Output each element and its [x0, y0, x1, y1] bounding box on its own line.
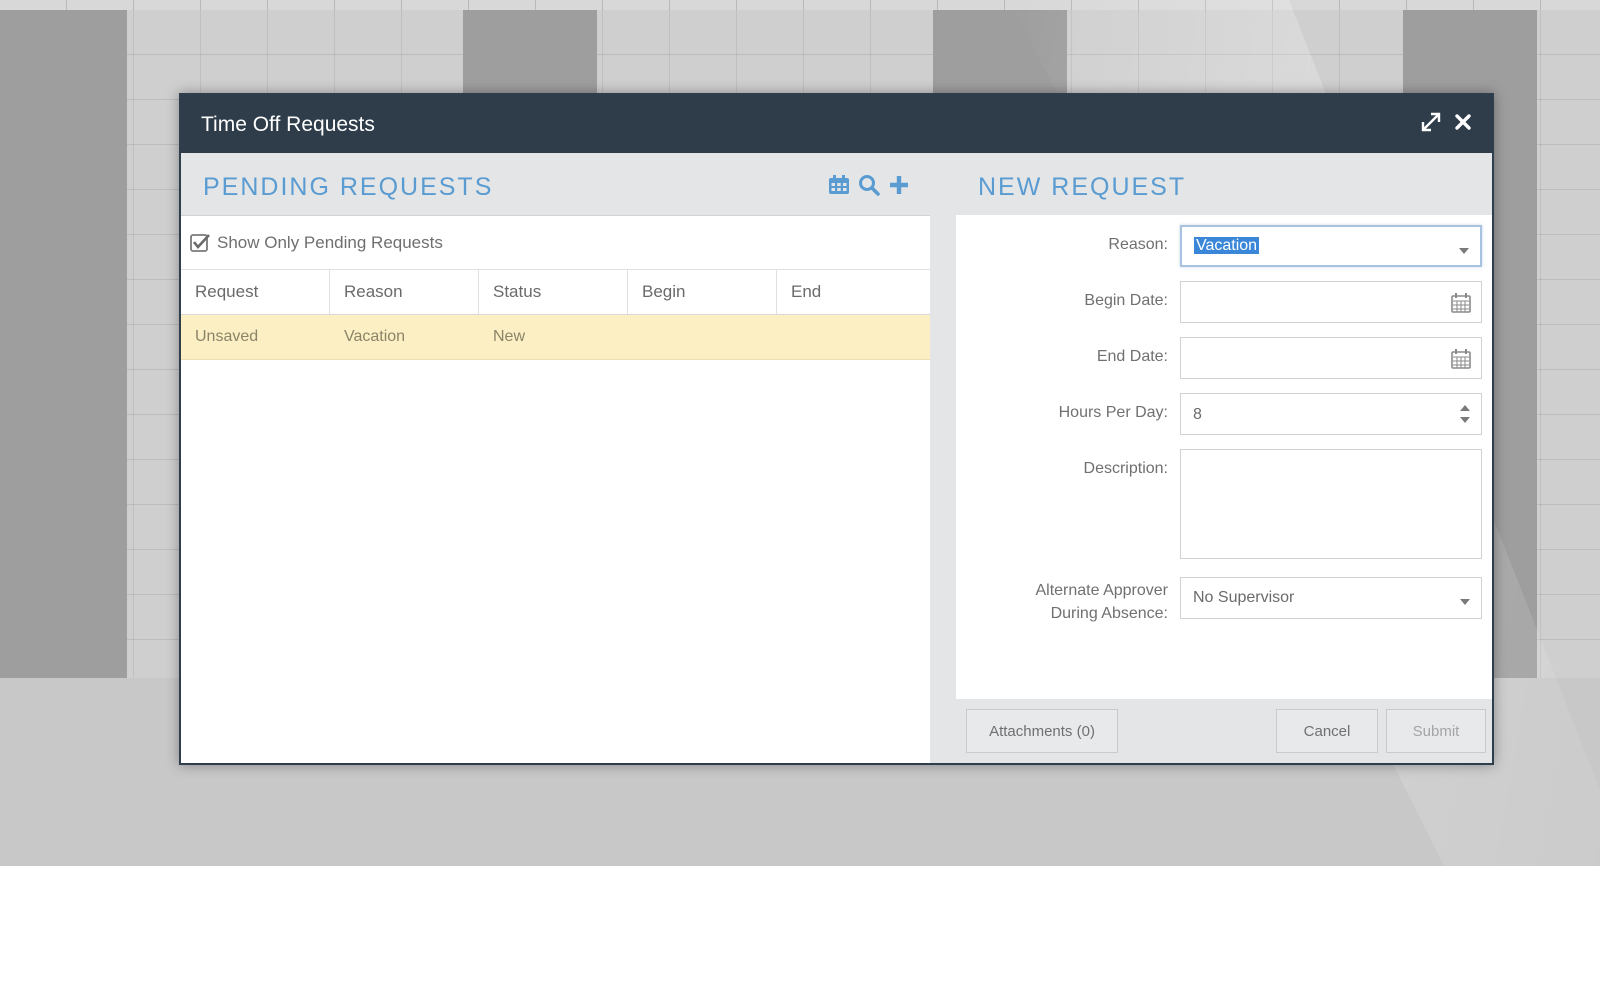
- stepper-arrows-icon[interactable]: [1459, 403, 1471, 430]
- hours-per-day-value: 8: [1193, 406, 1202, 423]
- end-date-input[interactable]: [1180, 337, 1482, 379]
- hours-per-day-stepper[interactable]: 8: [1180, 393, 1482, 435]
- column-header-begin[interactable]: Begin: [628, 269, 777, 314]
- expand-icon[interactable]: [1420, 111, 1442, 133]
- hours-per-day-label: Hours Per Day:: [1058, 404, 1168, 421]
- attachments-button[interactable]: Attachments (0): [966, 709, 1118, 753]
- pending-requests-header: PENDING REQUESTS: [181, 153, 930, 216]
- cell-request: Unsaved: [195, 328, 259, 345]
- dialog-header: Time Off Requests: [181, 95, 1492, 153]
- cancel-button[interactable]: Cancel: [1276, 709, 1378, 753]
- alternate-approver-select[interactable]: No Supervisor: [1180, 577, 1482, 619]
- column-header-reason[interactable]: Reason: [330, 269, 479, 314]
- dialog-header-controls: [1420, 111, 1472, 133]
- new-request-panel: NEW REQUEST Reason: Vacation Begin Date:…: [956, 153, 1492, 763]
- calendar-icon[interactable]: [828, 175, 850, 195]
- begin-date-label: Begin Date:: [1084, 292, 1168, 309]
- cell-reason: Vacation: [344, 328, 406, 345]
- new-request-title: NEW REQUEST: [978, 173, 1187, 201]
- pending-requests-toolbar: [828, 174, 910, 196]
- alternate-approver-value: No Supervisor: [1193, 589, 1295, 606]
- cell-end: [777, 315, 930, 359]
- table-row[interactable]: Unsaved Vacation New: [181, 315, 930, 360]
- pending-filter-row: Show Only Pending Requests: [181, 215, 930, 270]
- calendar-icon[interactable]: [1451, 293, 1471, 318]
- alternate-approver-label: Alternate Approver During Absence:: [1035, 582, 1168, 622]
- time-off-requests-dialog: Time Off Requests PENDING REQUESTS Show …: [179, 93, 1494, 765]
- chevron-down-icon[interactable]: [1458, 242, 1470, 260]
- reason-label: Reason:: [1108, 236, 1168, 253]
- end-date-label: End Date:: [1096, 348, 1168, 365]
- column-header-end[interactable]: End: [777, 269, 930, 314]
- dialog-button-bar: Attachments (0) Cancel Submit: [956, 699, 1492, 763]
- show-pending-label[interactable]: Show Only Pending Requests: [217, 233, 443, 253]
- cell-status: New: [493, 328, 526, 345]
- chevron-down-icon[interactable]: [1459, 593, 1471, 611]
- add-icon[interactable]: [888, 174, 910, 196]
- show-pending-checkbox[interactable]: [190, 233, 210, 253]
- panel-divider: [930, 153, 956, 763]
- cell-begin: [628, 315, 777, 359]
- reason-value: Vacation: [1194, 237, 1260, 254]
- begin-date-input[interactable]: [1180, 281, 1482, 323]
- requests-table-header: Request Reason Status Begin End: [181, 269, 930, 315]
- pending-requests-panel: PENDING REQUESTS Show Only Pending Reque…: [181, 153, 930, 763]
- description-textarea[interactable]: [1180, 449, 1482, 559]
- search-icon[interactable]: [858, 174, 880, 196]
- column-header-status[interactable]: Status: [479, 269, 628, 314]
- column-header-request[interactable]: Request: [181, 269, 330, 314]
- new-request-header: NEW REQUEST: [956, 153, 1492, 215]
- description-label: Description:: [1083, 460, 1168, 477]
- calendar-icon[interactable]: [1451, 349, 1471, 374]
- reason-select[interactable]: Vacation: [1180, 225, 1482, 267]
- pending-requests-title: PENDING REQUESTS: [203, 173, 494, 201]
- background-column-shaded: [0, 10, 127, 678]
- close-icon[interactable]: [1454, 113, 1472, 131]
- submit-button[interactable]: Submit: [1386, 709, 1486, 753]
- dialog-title: Time Off Requests: [201, 113, 375, 136]
